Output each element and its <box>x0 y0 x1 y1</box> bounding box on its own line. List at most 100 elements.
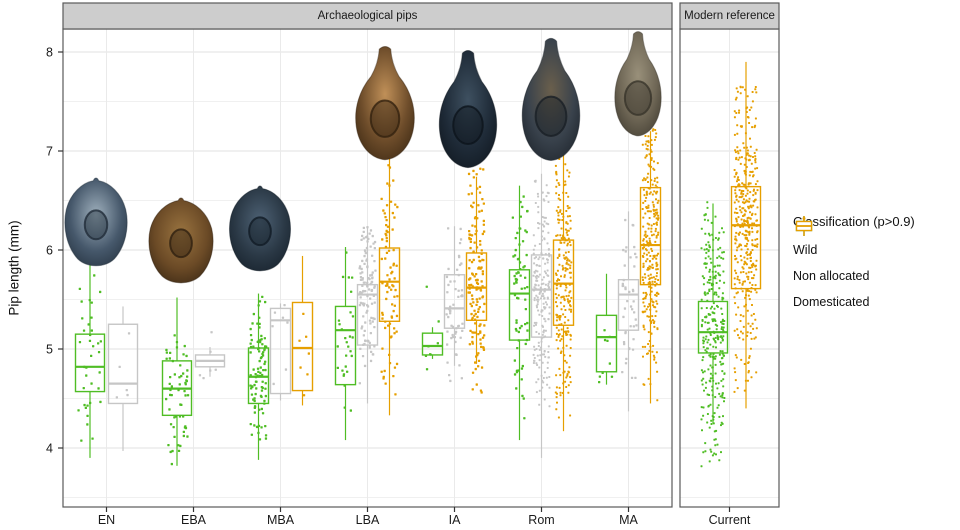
point <box>166 352 168 354</box>
point <box>721 323 723 325</box>
point <box>742 215 744 217</box>
point <box>569 415 571 417</box>
point <box>569 304 571 306</box>
point <box>652 319 654 321</box>
point <box>261 353 263 355</box>
point <box>750 205 752 207</box>
point <box>477 365 479 367</box>
point <box>169 357 171 359</box>
point <box>704 219 706 221</box>
y-tick-label: 4 <box>46 441 53 455</box>
point <box>264 361 266 363</box>
legend-label-domesticated: Domesticated <box>793 295 869 309</box>
point <box>516 232 518 234</box>
point <box>751 213 753 215</box>
point <box>369 347 371 349</box>
point <box>543 377 545 379</box>
point <box>381 258 383 260</box>
point <box>533 325 535 327</box>
point <box>210 331 212 333</box>
point <box>482 311 484 313</box>
point <box>622 285 624 287</box>
point <box>653 223 655 225</box>
point <box>635 318 637 320</box>
point <box>742 315 744 317</box>
point <box>179 403 181 405</box>
point <box>337 367 339 369</box>
x-tick-label: IA <box>449 513 461 527</box>
point <box>446 331 448 333</box>
point <box>471 298 473 300</box>
point <box>472 170 474 172</box>
point <box>646 192 648 194</box>
point <box>735 173 737 175</box>
point <box>537 211 539 213</box>
x-tick-label: MBA <box>267 513 295 527</box>
point <box>283 304 285 306</box>
point <box>392 212 394 214</box>
point <box>720 321 722 323</box>
point <box>756 238 758 240</box>
point <box>518 331 520 333</box>
point <box>650 248 652 250</box>
point <box>721 328 723 330</box>
point <box>708 339 710 341</box>
point <box>750 291 752 293</box>
point <box>570 244 572 246</box>
point <box>482 273 484 275</box>
point <box>250 328 252 330</box>
point <box>630 305 632 307</box>
point <box>750 332 752 334</box>
point <box>255 387 257 389</box>
point <box>556 297 558 299</box>
point <box>744 262 746 264</box>
point <box>555 293 557 295</box>
point <box>752 91 754 93</box>
point <box>525 308 527 310</box>
point <box>392 375 394 377</box>
point <box>755 183 757 185</box>
point <box>653 216 655 218</box>
point <box>533 262 535 264</box>
point <box>743 198 745 200</box>
point <box>548 376 550 378</box>
point <box>656 235 658 237</box>
point <box>452 304 454 306</box>
point <box>747 221 749 223</box>
point <box>360 276 362 278</box>
point <box>182 353 184 355</box>
point <box>735 112 737 114</box>
point <box>652 168 654 170</box>
point <box>718 459 720 461</box>
point <box>468 267 470 269</box>
point <box>706 307 708 309</box>
group-Rom <box>510 140 574 458</box>
point <box>716 305 718 307</box>
point <box>374 270 376 272</box>
point <box>740 163 742 165</box>
point <box>749 267 751 269</box>
point <box>646 249 648 251</box>
pip-chalaza <box>625 81 651 115</box>
boxplot-figure: 87654ENEBAMBALBAIARomMACurrent Archaeolo… <box>0 0 960 530</box>
x-tick-label: MA <box>619 513 638 527</box>
point <box>474 242 476 244</box>
point <box>386 291 388 293</box>
point <box>547 262 549 264</box>
point <box>745 187 747 189</box>
point <box>372 317 374 319</box>
point <box>555 192 557 194</box>
point <box>742 190 744 192</box>
point <box>737 278 739 280</box>
point <box>722 271 724 273</box>
point <box>652 201 654 203</box>
point <box>737 334 739 336</box>
point <box>392 228 394 230</box>
point <box>741 192 743 194</box>
point <box>752 175 754 177</box>
point <box>753 190 755 192</box>
point <box>482 168 484 170</box>
point <box>385 383 387 385</box>
point <box>656 262 658 264</box>
point <box>265 382 267 384</box>
